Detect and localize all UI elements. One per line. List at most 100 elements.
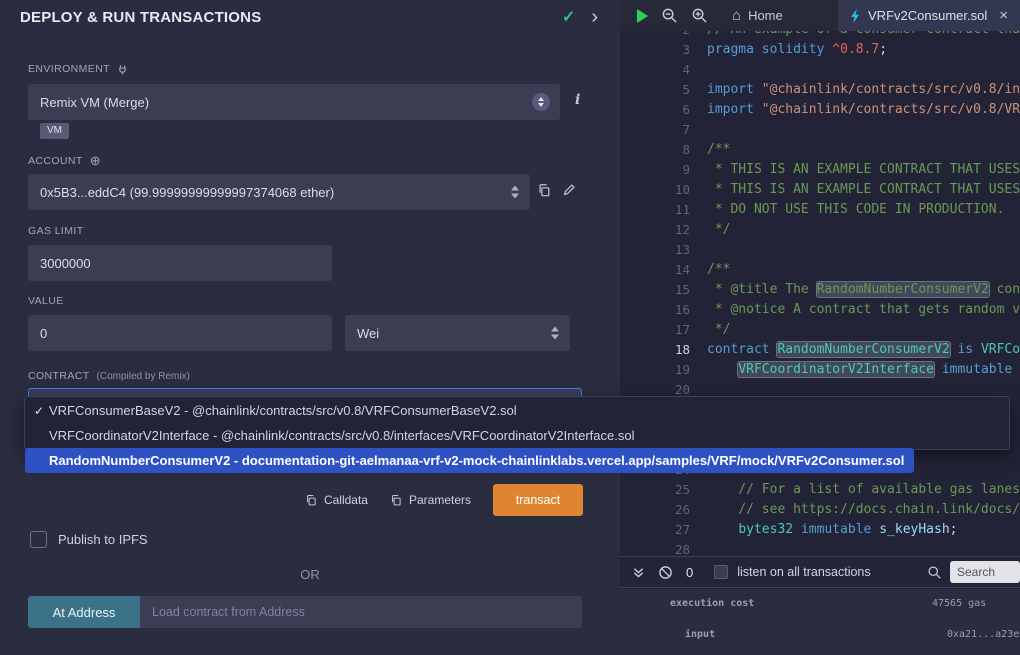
tab-vrfv2consumer[interactable]: VRFv2Consumer.sol × <box>838 0 1020 31</box>
account-value: 0x5B3...eddC4 (99.99999999999997374068 e… <box>40 185 334 200</box>
publish-to-ipfs: Publish to IPFS <box>30 531 148 548</box>
code-line <box>700 242 1020 262</box>
code-line: * @title The RandomNumberConsumerV2 cont… <box>700 282 1020 302</box>
line-number: 25 <box>620 482 700 502</box>
line-number: 7 <box>620 122 700 142</box>
code-line: import "@chainlink/contracts/src/v0.8/VR… <box>700 102 1020 122</box>
parameters-button[interactable]: Parameters <box>390 493 471 507</box>
calldata-button[interactable]: Calldata <box>305 493 368 507</box>
code-line: import "@chainlink/contracts/src/v0.8/in… <box>700 82 1020 102</box>
terminal-log-row: input0xa21...a23e <box>620 629 1020 640</box>
contract-option[interactable]: ✓VRFConsumerBaseV2 - @chainlink/contract… <box>25 398 1009 423</box>
log-value: 0xa21...a23e <box>947 629 1019 640</box>
solidity-file-icon <box>850 9 861 23</box>
double-chevron-down-icon <box>632 566 645 579</box>
line-number: 5 <box>620 82 700 102</box>
code-line: bytes32 immutable s_keyHash; <box>700 522 1020 542</box>
plus-circle-icon[interactable]: ⊕ <box>90 154 101 167</box>
listen-checkbox[interactable] <box>714 565 728 579</box>
remix-ide-window: DEPLOY & RUN TRANSACTIONS ✓ › ENVIRONMEN… <box>0 0 1020 655</box>
chevron-circle-icon <box>532 93 550 111</box>
line-number: 28 <box>620 542 700 556</box>
panel-title: DEPLOY & RUN TRANSACTIONS <box>20 9 562 26</box>
terminal-bar: 0 listen on all transactions <box>620 556 1020 588</box>
tab-home[interactable]: ⌂ Home <box>720 0 795 31</box>
line-number: 26 <box>620 502 700 522</box>
code-editor[interactable]: 2345678910111213141516171819202122232425… <box>620 31 1020 556</box>
chevron-right-icon[interactable]: › <box>591 7 598 27</box>
copy-account-icon[interactable] <box>537 183 551 197</box>
plug-icon <box>117 64 128 75</box>
code-line <box>700 542 1020 556</box>
valid-check-icon[interactable]: ✓ <box>562 7 575 27</box>
zoom-in-icon[interactable] <box>691 7 708 24</box>
listen-all-transactions: listen on all transactions <box>714 565 870 579</box>
editor-tabbar: ⌂ Home VRFv2Consumer.sol × <box>620 0 1020 31</box>
value-input[interactable] <box>28 315 332 351</box>
account-label-text: ACCOUNT <box>28 155 83 167</box>
clipboard-icon <box>305 494 317 506</box>
clipboard-icon <box>390 494 402 506</box>
expand-terminal-icon[interactable] <box>632 566 645 579</box>
at-address-input[interactable] <box>140 596 582 628</box>
line-number: 3 <box>620 42 700 62</box>
info-icon[interactable]: i <box>575 92 580 108</box>
transact-button[interactable]: transact <box>493 484 583 516</box>
publish-checkbox[interactable] <box>30 531 47 548</box>
environment-label: ENVIRONMENT <box>28 63 128 75</box>
contract-option[interactable]: VRFCoordinatorV2Interface - @chainlink/c… <box>25 423 1009 448</box>
line-number: 14 <box>620 262 700 282</box>
code-line: * THIS IS AN EXAMPLE CONTRACT THAT USES … <box>700 162 1020 182</box>
option-check-icon: ✓ <box>34 404 49 418</box>
gas-limit-input[interactable] <box>28 245 332 281</box>
tab-home-label: Home <box>748 8 783 23</box>
close-tab-icon[interactable]: × <box>999 8 1008 23</box>
account-select[interactable]: 0x5B3...eddC4 (99.99999999999997374068 e… <box>28 174 530 210</box>
value-label-text: VALUE <box>28 295 64 307</box>
run-script-icon[interactable] <box>637 9 648 23</box>
search-icon <box>927 565 942 580</box>
code-line: // An example of a consumer contract tha… <box>700 31 1020 42</box>
code-line: /** <box>700 262 1020 282</box>
terminal-search-input[interactable] <box>950 561 1020 583</box>
select-caret-icon <box>551 327 559 340</box>
line-number: 8 <box>620 142 700 162</box>
code-line <box>700 122 1020 142</box>
panel-header: DEPLOY & RUN TRANSACTIONS ✓ › <box>0 0 620 34</box>
line-number: 15 <box>620 282 700 302</box>
line-number: 11 <box>620 202 700 222</box>
value-label: VALUE <box>28 295 64 307</box>
transact-actions: Calldata Parameters transact <box>28 484 583 516</box>
contract-option-label: VRFConsumerBaseV2 - @chainlink/contracts… <box>49 403 517 418</box>
code-line: */ <box>700 322 1020 342</box>
contract-sublabel: (Compiled by Remix) <box>97 371 190 382</box>
pencil-icon <box>562 183 576 197</box>
zoom-out-icon[interactable] <box>661 7 678 24</box>
contract-option-label: RandomNumberConsumerV2 - documentation-g… <box>49 453 904 468</box>
or-divider: OR <box>0 567 620 582</box>
code-line: pragma solidity ^0.8.7; <box>700 42 1020 62</box>
line-number: 17 <box>620 322 700 342</box>
home-icon: ⌂ <box>732 8 741 23</box>
contract-option-label: VRFCoordinatorV2Interface - @chainlink/c… <box>49 428 634 443</box>
contract-option[interactable]: RandomNumberConsumerV2 - documentation-g… <box>25 448 914 473</box>
terminal-log: execution cost47565 gasinput0xa21...a23e <box>620 589 1020 655</box>
vm-badge: VM <box>40 123 69 139</box>
magnifier-plus-icon <box>691 7 708 24</box>
hide-transactions-icon[interactable] <box>658 565 673 580</box>
code-line: */ <box>700 222 1020 242</box>
value-unit-select[interactable]: Wei <box>345 315 570 351</box>
deploy-run-panel: DEPLOY & RUN TRANSACTIONS ✓ › ENVIRONMEN… <box>0 0 620 655</box>
code-line: * @notice A contract that gets random va… <box>700 302 1020 322</box>
line-number: 12 <box>620 222 700 242</box>
edit-account-icon[interactable] <box>562 183 576 197</box>
log-key: execution cost <box>670 598 932 609</box>
at-address-button[interactable]: At Address <box>28 596 140 628</box>
magnifier-minus-icon <box>661 7 678 24</box>
environment-select[interactable]: Remix VM (Merge) <box>28 84 560 120</box>
publish-label: Publish to IPFS <box>58 532 148 547</box>
copy-icon <box>537 183 551 197</box>
tab-file-label: VRFv2Consumer.sol <box>868 8 987 23</box>
editor-gutter: 2345678910111213141516171819202122232425… <box>620 31 700 556</box>
ban-icon <box>658 565 673 580</box>
